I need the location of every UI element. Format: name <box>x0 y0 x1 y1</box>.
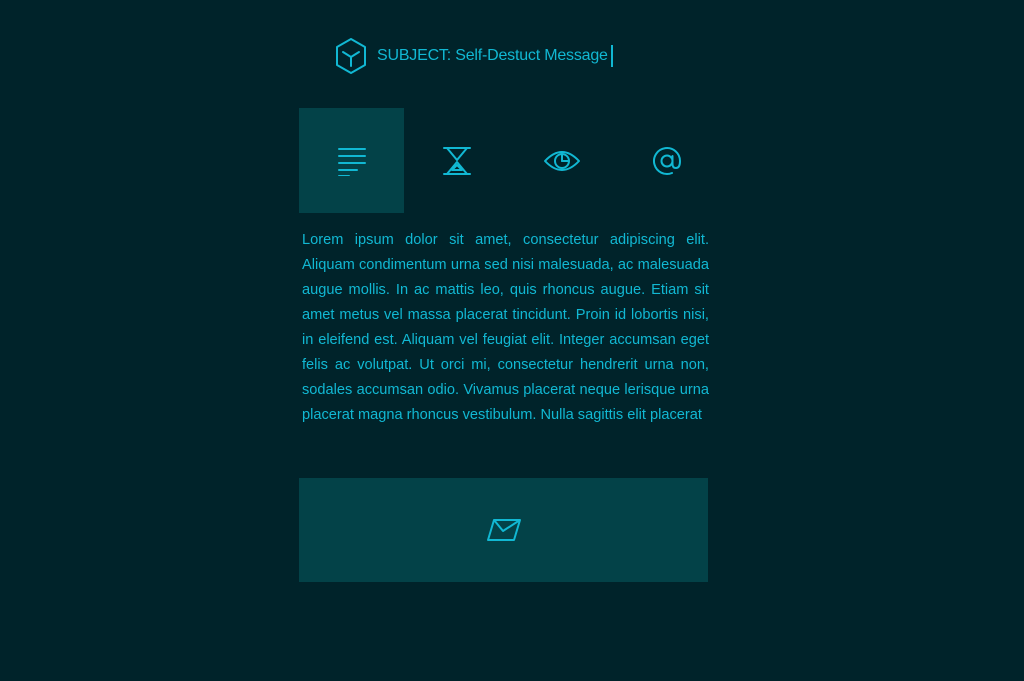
hourglass-icon <box>442 146 472 176</box>
text-cursor <box>610 45 613 67</box>
message-header: SUBJECT: Self-Destuct Message <box>333 36 613 76</box>
subject-field[interactable]: SUBJECT: Self-Destuct Message <box>377 45 613 67</box>
tab-visibility[interactable] <box>509 108 614 213</box>
message-composer: SUBJECT: Self-Destuct Message Lorem ipsu… <box>0 0 1024 681</box>
tab-bar <box>299 108 719 213</box>
send-button[interactable] <box>299 478 708 582</box>
tab-recipient[interactable] <box>614 108 719 213</box>
tab-message-text[interactable] <box>299 108 404 213</box>
text-lines-icon <box>337 146 367 176</box>
subject-text: SUBJECT: Self-Destuct Message <box>377 47 608 64</box>
message-body[interactable]: Lorem ipsum dolor sit amet, consectetur … <box>302 228 709 428</box>
tab-timer[interactable] <box>404 108 509 213</box>
eye-icon <box>543 147 581 175</box>
hexagon-logo-icon <box>333 36 369 76</box>
envelope-icon <box>486 517 522 543</box>
at-sign-icon <box>652 146 682 176</box>
